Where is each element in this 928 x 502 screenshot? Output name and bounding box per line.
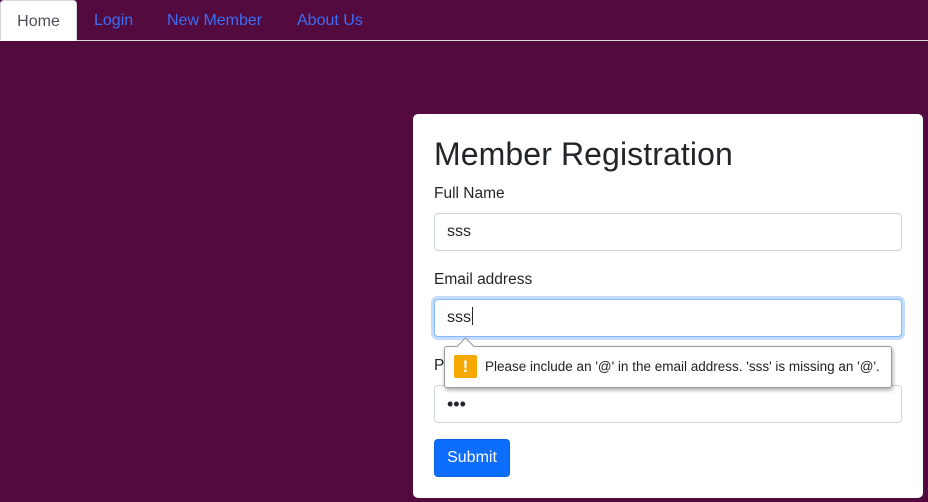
tab-login[interactable]: Login: [94, 0, 133, 41]
tab-about-us[interactable]: About Us: [297, 0, 363, 41]
page-title: Member Registration: [434, 136, 733, 172]
top-nav: Home Login New Member About Us: [0, 0, 928, 41]
email-value: sss: [447, 309, 471, 326]
tab-new-member[interactable]: New Member: [167, 0, 262, 41]
password-field[interactable]: •••: [434, 385, 902, 423]
registration-card: Member Registration Full Name sss Email …: [413, 114, 923, 498]
validation-tooltip: ! Please include an '@' in the email add…: [444, 337, 892, 388]
full-name-field[interactable]: sss: [434, 213, 902, 251]
validation-message: Please include an '@' in the email addre…: [485, 359, 880, 374]
warning-icon: !: [454, 355, 477, 378]
email-field[interactable]: sss: [434, 299, 902, 337]
password-value: •••: [447, 394, 466, 414]
submit-button[interactable]: Submit: [434, 439, 510, 477]
full-name-value: sss: [447, 223, 471, 240]
text-caret: [472, 307, 473, 325]
email-label: Email address: [434, 271, 533, 288]
tab-home[interactable]: Home: [0, 0, 77, 41]
full-name-label: Full Name: [434, 185, 505, 202]
